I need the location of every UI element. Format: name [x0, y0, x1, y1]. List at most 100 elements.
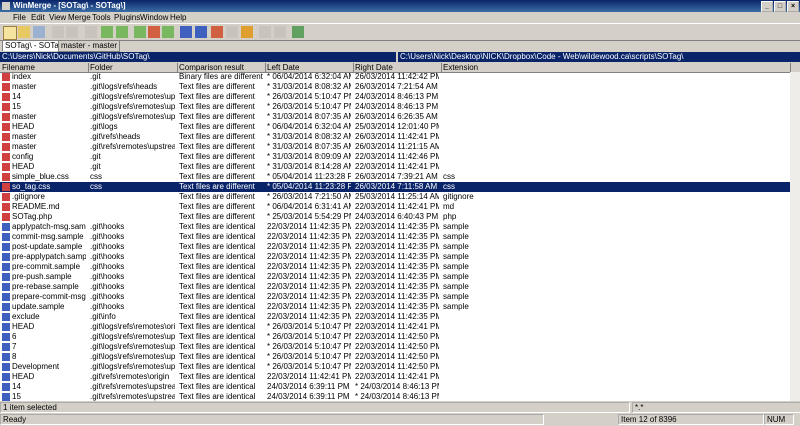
column-comparison-result[interactable]: Comparison result	[177, 63, 266, 72]
current-diff-icon[interactable]	[148, 26, 160, 38]
menu-file[interactable]: File	[13, 12, 26, 23]
table-row[interactable]: HEAD .git Text files are different * 31/03/…	[0, 162, 790, 172]
different-file-icon	[2, 193, 10, 201]
table-row[interactable]: post-update.sample .git\hooks Text files a…	[0, 242, 790, 252]
next-diff-icon[interactable]	[101, 26, 113, 38]
cell-left-date: * 06/04/2014 6:32:04 AM	[267, 72, 351, 81]
table-row[interactable]: HEAD .git\logs Text files are different * 0…	[0, 122, 790, 132]
column-extension[interactable]: Extension	[441, 63, 791, 72]
status-selected: 1 item selected	[0, 402, 630, 413]
cell-comparison-result: Text files are identical	[179, 242, 256, 251]
cell-right-date: 26/03/2014 7:39:21 AM	[355, 172, 438, 181]
table-row[interactable]: 15 .git\logs\refs\remotes\ups... Text file…	[0, 102, 790, 112]
options-icon[interactable]	[274, 26, 286, 38]
maximize-button[interactable]: □	[774, 1, 786, 12]
cell-right-date: 22/03/2014 11:42:35 PM	[355, 302, 439, 311]
cell-left-date: 24/03/2014 6:39:11 PM	[267, 382, 350, 391]
cell-comparison-result: Text files are different	[179, 162, 255, 171]
table-row[interactable]: pre-commit.sample .git\hooks Text files ar…	[0, 262, 790, 272]
table-row[interactable]: 14 .git\refs\remotes\upstrea... Text files…	[0, 382, 790, 392]
first-diff-icon[interactable]	[134, 26, 146, 38]
table-row[interactable]: update.sample .git\hooks Text files are id…	[0, 302, 790, 312]
menu-window[interactable]: Window	[140, 12, 168, 23]
cell-comparison-result: Text files are different	[179, 102, 255, 111]
tab-master[interactable]: master - master	[58, 40, 121, 52]
new-icon[interactable]	[3, 26, 17, 40]
table-row[interactable]: commit-msg.sample .git\hooks Text files ar…	[0, 232, 790, 242]
menu-plugins[interactable]: Plugins	[114, 12, 140, 23]
identical-file-icon	[2, 253, 10, 261]
table-row[interactable]: master .git\logs\refs\remotes\ups... Text …	[0, 112, 790, 122]
table-row[interactable]: 14 .git\logs\refs\remotes\ups... Text file…	[0, 92, 790, 102]
column-right-date[interactable]: Right Date	[353, 63, 442, 72]
table-row[interactable]: Development .git\logs\refs\remotes\ups...…	[0, 362, 790, 372]
cell-comparison-result: Text files are identical	[179, 232, 256, 241]
cell-folder: .git\hooks	[90, 282, 125, 291]
cell-filename: 14	[12, 382, 21, 391]
table-row[interactable]: prepare-commit-msg.sa... .git\hooks Text f…	[0, 292, 790, 302]
menu-tools[interactable]: Tools	[92, 12, 111, 23]
table-row[interactable]: applypatch-msg.sample .git\hooks Text file…	[0, 222, 790, 232]
table-row[interactable]: README.md Text files are different * 06/04…	[0, 202, 790, 212]
table-row[interactable]: so_tag.css css Text files are different * 0…	[0, 182, 790, 192]
cell-left-date: 22/03/2014 11:42:35 PM	[267, 282, 351, 291]
cell-folder: .git\refs\remotes\upstrea...	[90, 382, 175, 391]
table-row[interactable]: 8 .git\logs\refs\remotes\ups... Text files…	[0, 352, 790, 362]
table-row[interactable]: exclude .git\info Text files are identical…	[0, 312, 790, 322]
cell-comparison-result: Text files are different	[179, 172, 255, 181]
table-row[interactable]: SOTag.php Text files are different * 25/03…	[0, 212, 790, 222]
last-diff-icon[interactable]	[162, 26, 174, 38]
filter-icon[interactable]	[85, 26, 97, 38]
minimize-button[interactable]: _	[761, 1, 773, 12]
table-row[interactable]: simple_blue.css css Text files are differe…	[0, 172, 790, 182]
copy-right-advance-icon[interactable]	[211, 26, 223, 38]
cell-right-date: 22/03/2014 11:42:35 PM	[355, 252, 439, 261]
copy-left-icon[interactable]	[195, 26, 207, 38]
cell-filename: update.sample	[12, 302, 65, 311]
cell-right-date: 22/03/2014 11:42:46 PM	[355, 152, 439, 161]
table-row[interactable]: 7 .git\logs\refs\remotes\ups... Text files…	[0, 342, 790, 352]
close-button[interactable]: ×	[787, 1, 799, 12]
table-row[interactable]: master .git\refs\heads Text files are diff…	[0, 132, 790, 142]
different-file-icon	[2, 143, 10, 151]
table-row[interactable]: master .git\logs\refs\heads Text files are…	[0, 82, 790, 92]
column-filename[interactable]: Filename	[0, 63, 89, 72]
cell-left-date: 22/03/2014 11:42:35 PM	[267, 242, 351, 251]
cell-filename: HEAD	[12, 372, 35, 381]
table-row[interactable]: HEAD .git\logs\refs\remotes\origin Text fi…	[0, 322, 790, 332]
undo-icon[interactable]	[52, 26, 64, 38]
table-row[interactable]: index .git Binary files are different * 06/…	[0, 72, 790, 82]
copy-left-advance-icon[interactable]	[226, 26, 238, 38]
cell-filename: master	[12, 82, 37, 91]
save-icon[interactable]	[33, 26, 45, 38]
copy-right-icon[interactable]	[180, 26, 192, 38]
column-folder[interactable]: Folder	[88, 63, 178, 72]
table-row[interactable]: pre-rebase.sample .git\hooks Text files ar…	[0, 282, 790, 292]
identical-file-icon	[2, 273, 10, 281]
table-row[interactable]: 6 .git\logs\refs\remotes\ups... Text files…	[0, 332, 790, 342]
prev-diff-icon[interactable]	[116, 26, 128, 38]
menu-view[interactable]: View	[49, 12, 66, 23]
table-row[interactable]: 15 .git\refs\remotes\upstrea... Text files…	[0, 392, 790, 402]
open-icon[interactable]	[18, 26, 30, 38]
table-row[interactable]: pre-push.sample .git\hooks Text files are …	[0, 272, 790, 282]
column-left-date[interactable]: Left Date	[265, 63, 354, 72]
cell-left-date: * 31/03/2014 8:07:35 AM	[267, 112, 351, 121]
table-row[interactable]: .gitignore Text files are different * 26/0…	[0, 192, 790, 202]
all-left-icon[interactable]	[259, 26, 271, 38]
table-row[interactable]: HEAD .git\refs\remotes\origin Text files a…	[0, 372, 790, 382]
redo-icon[interactable]	[66, 26, 78, 38]
left-path[interactable]: C:\Users\Nick\Documents\GitHub\SOTag\	[0, 52, 396, 62]
all-right-icon[interactable]	[241, 26, 253, 38]
refresh-icon[interactable]	[292, 26, 304, 38]
cell-left-date: 22/03/2014 11:42:35 PM	[267, 292, 351, 301]
menu-merge[interactable]: Merge	[68, 12, 91, 23]
cell-comparison-result: Text files are identical	[179, 332, 256, 341]
table-row[interactable]: pre-applypatch.sample .git\hooks Text file…	[0, 252, 790, 262]
table-row[interactable]: master .git\refs\remotes\upstream Text fil…	[0, 142, 790, 152]
menu-edit[interactable]: Edit	[31, 12, 45, 23]
right-path[interactable]: C:\Users\Nick\Desktop\NICK\Dropbox\Code …	[398, 52, 800, 62]
table-row[interactable]: config .git Text files are different * 31/0…	[0, 152, 790, 162]
vertical-scrollbar[interactable]	[790, 72, 800, 401]
menu-help[interactable]: Help	[170, 12, 186, 23]
